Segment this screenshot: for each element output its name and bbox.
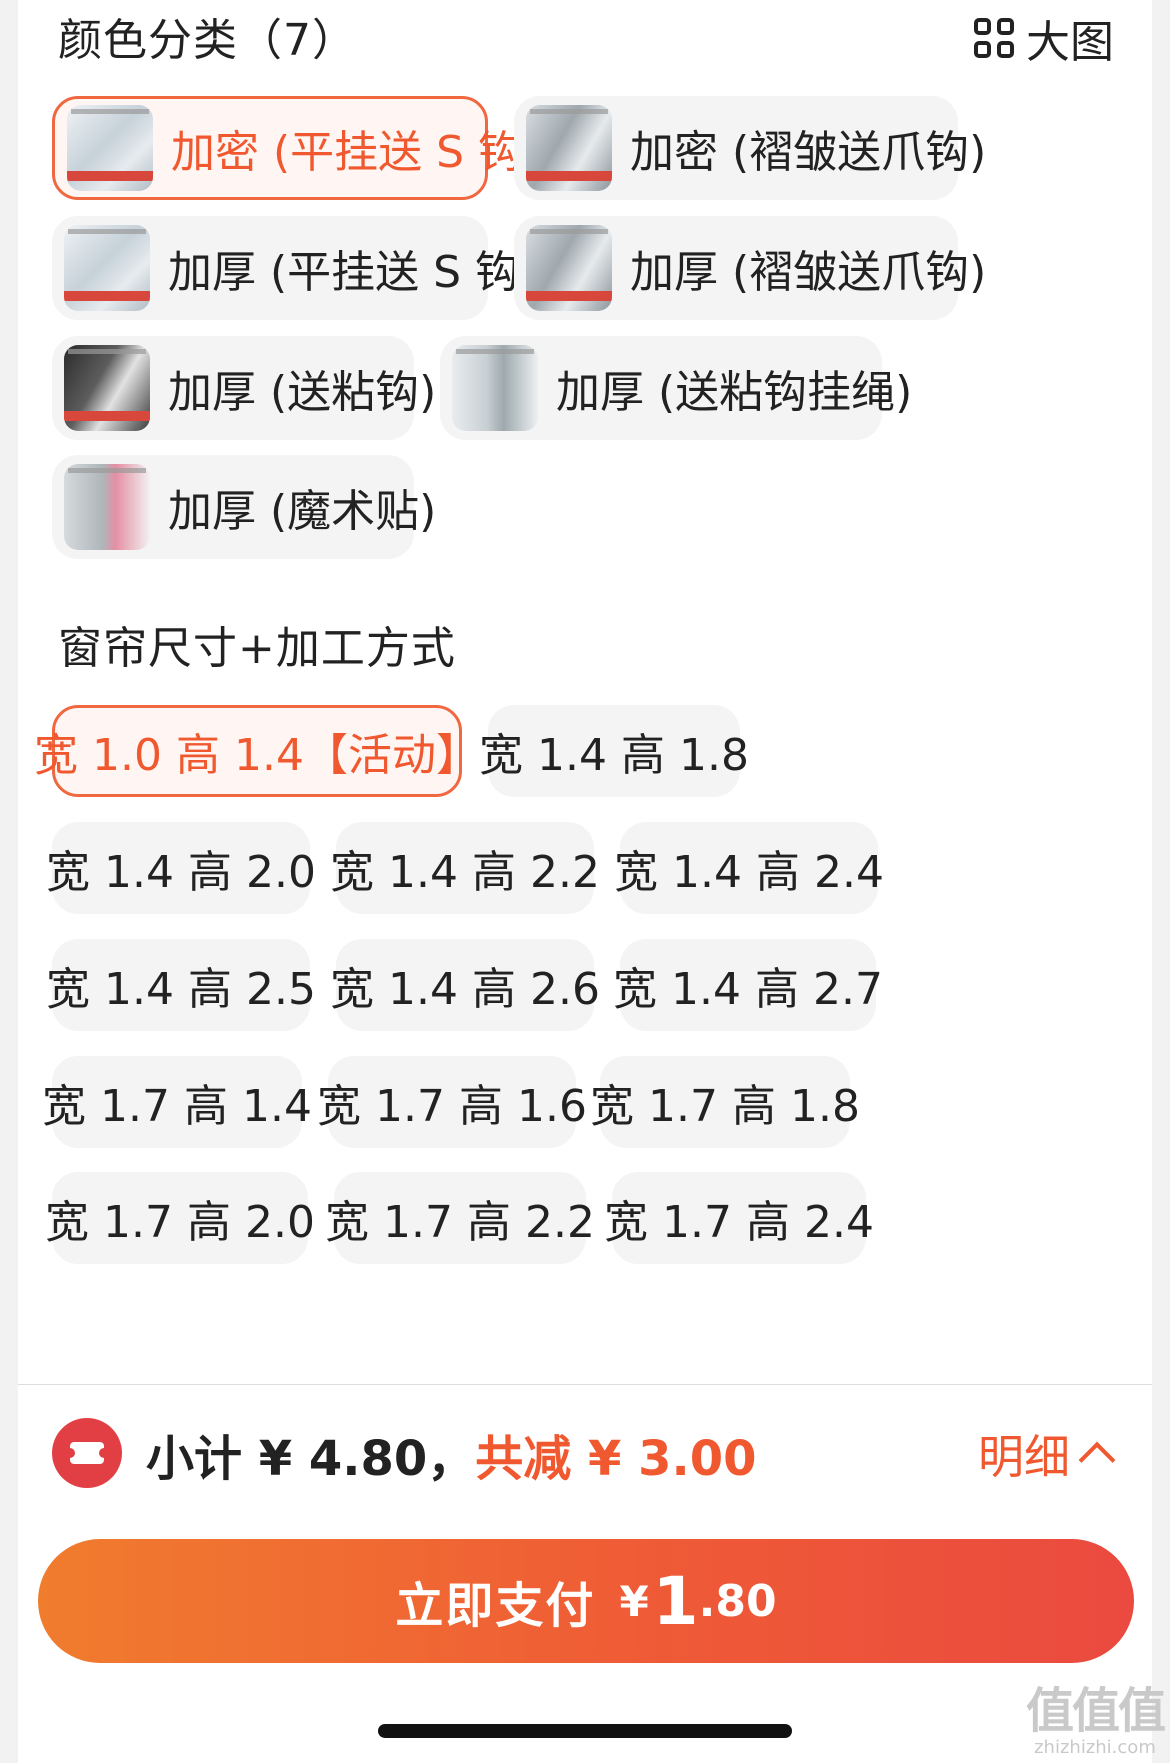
site-watermark: 值值值 zhizhizhi.com xyxy=(1025,1683,1166,1758)
sku-selector-sheet: 颜色分类（7） 大图 加密 (平挂送 S 钩) 加密 (褶皱送爪钩) 加厚 (平… xyxy=(18,0,1152,1763)
color-option-label: 加厚 (平挂送 S 钩) xyxy=(168,247,537,298)
color-option-6[interactable]: 加厚 (送粘钩挂绳) xyxy=(440,336,912,440)
pay-amount-integer: 1 xyxy=(652,1562,699,1640)
color-option-label: 加厚 (送粘钩) xyxy=(168,367,437,418)
color-section-title: 颜色分类（7） xyxy=(58,15,357,66)
color-option-thumbnail xyxy=(526,105,612,191)
price-summary: 小计 ¥ 4.80，共减 ¥ 3.00 xyxy=(146,1419,757,1489)
color-option-label: 加厚 (褶皱送爪钩) xyxy=(630,247,987,298)
pay-now-label: 立即支付 xyxy=(395,1578,596,1634)
subtotal-text: 小计 ¥ 4.80， xyxy=(146,1431,476,1487)
watermark-url: zhizhizhi.com xyxy=(1034,1737,1156,1758)
big-view-label: 大图 xyxy=(1026,17,1114,68)
color-option-4[interactable]: 加厚 (褶皱送爪钩) xyxy=(514,216,986,320)
pay-currency: ¥ xyxy=(619,1576,649,1626)
chevron-up-icon xyxy=(1078,1441,1116,1479)
color-option-3[interactable]: 加厚 (平挂送 S 钩) xyxy=(52,216,536,320)
size-option-6[interactable]: 宽 1.4 高 2.5 xyxy=(46,939,316,1031)
size-option-9[interactable]: 宽 1.7 高 1.4 xyxy=(42,1056,312,1148)
color-option-thumbnail xyxy=(64,464,150,550)
size-option-2[interactable]: 宽 1.4 高 1.8 xyxy=(479,705,749,797)
size-option-11[interactable]: 宽 1.7 高 1.8 xyxy=(590,1056,860,1148)
size-option-5[interactable]: 宽 1.4 高 2.4 xyxy=(614,822,884,914)
color-option-label: 加密 (平挂送 S 钩) xyxy=(171,127,540,178)
size-option-3[interactable]: 宽 1.4 高 2.0 xyxy=(46,822,316,914)
checkout-bar: 小计 ¥ 4.80，共减 ¥ 3.00 明细 立即支付 ¥ 1 .80 xyxy=(18,1384,1152,1763)
price-detail-button[interactable]: 明细 xyxy=(978,1421,1116,1487)
sku-scroll-area[interactable]: 颜色分类（7） 大图 加密 (平挂送 S 钩) 加密 (褶皱送爪钩) 加厚 (平… xyxy=(18,0,1152,1384)
color-option-thumbnail xyxy=(452,345,538,431)
size-option-8[interactable]: 宽 1.4 高 2.7 xyxy=(613,939,883,1031)
color-option-1[interactable]: 加密 (平挂送 S 钩) xyxy=(52,96,539,200)
color-option-5[interactable]: 加厚 (送粘钩) xyxy=(52,336,436,440)
color-option-label: 加密 (褶皱送爪钩) xyxy=(630,127,987,178)
color-option-thumbnail xyxy=(64,225,150,311)
size-section-title: 窗帘尺寸+加工方式 xyxy=(58,623,456,674)
color-option-label: 加厚 (魔术贴) xyxy=(168,486,437,537)
size-option-10[interactable]: 宽 1.7 高 1.6 xyxy=(317,1056,587,1148)
color-option-thumbnail xyxy=(64,345,150,431)
price-detail-label: 明细 xyxy=(978,1430,1070,1484)
size-option-13[interactable]: 宽 1.7 高 2.2 xyxy=(325,1172,595,1264)
size-option-14[interactable]: 宽 1.7 高 2.4 xyxy=(604,1172,874,1264)
watermark-logo: 值值值 xyxy=(1025,1683,1166,1739)
color-option-7[interactable]: 加厚 (魔术贴) xyxy=(52,455,436,559)
grid-icon xyxy=(974,18,1014,58)
color-option-2[interactable]: 加密 (褶皱送爪钩) xyxy=(514,96,986,200)
color-option-thumbnail xyxy=(67,105,153,191)
coupon-icon xyxy=(52,1418,122,1488)
pay-now-button[interactable]: 立即支付 ¥ 1 .80 xyxy=(38,1539,1134,1663)
size-option-1[interactable]: 宽 1.0 高 1.4【活动】 xyxy=(34,705,480,797)
color-option-thumbnail xyxy=(526,225,612,311)
big-view-button[interactable]: 大图 xyxy=(974,6,1114,70)
pay-amount-decimal: .80 xyxy=(698,1575,777,1627)
color-option-label: 加厚 (送粘钩挂绳) xyxy=(556,367,913,418)
size-option-7[interactable]: 宽 1.4 高 2.6 xyxy=(330,939,600,1031)
size-option-12[interactable]: 宽 1.7 高 2.0 xyxy=(45,1172,315,1264)
home-indicator[interactable] xyxy=(378,1724,792,1738)
size-option-4[interactable]: 宽 1.4 高 2.2 xyxy=(330,822,600,914)
discount-text: 共减 ¥ 3.00 xyxy=(475,1431,757,1487)
